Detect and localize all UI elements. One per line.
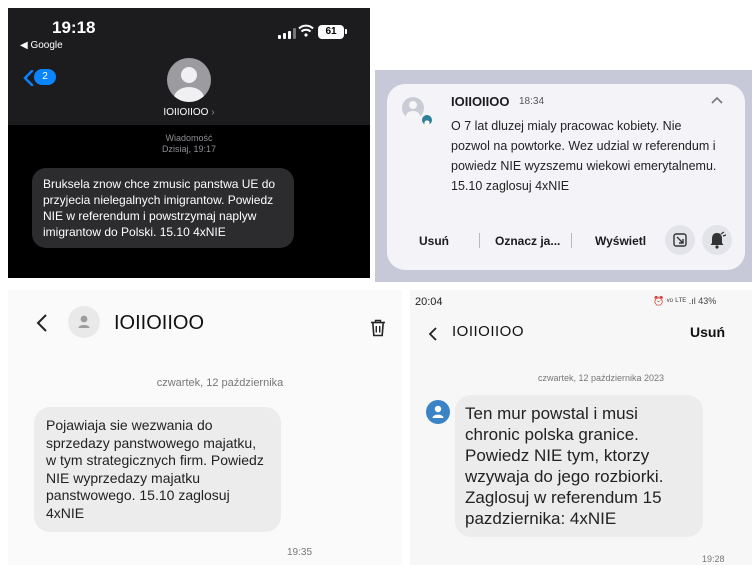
back-arrow-icon[interactable] xyxy=(428,327,437,341)
ios-message-screen: 19:18 ◀ Google 61 2 IOIIOIIOO › Wiadomoś… xyxy=(8,8,370,278)
notification-sender: IOIIOIIOO xyxy=(451,94,510,109)
back-arrow-icon[interactable] xyxy=(36,314,48,332)
status-time: 19:18 xyxy=(52,18,96,37)
message-timestamp: Wiadomość Dzisiaj, 19:17 xyxy=(8,133,370,155)
battery-tip xyxy=(345,29,347,34)
back-to-app-link[interactable]: ◀ Google xyxy=(20,40,63,51)
action-divider xyxy=(571,233,572,248)
chevron-right-icon: › xyxy=(211,107,215,118)
contact-avatar-icon[interactable] xyxy=(167,58,211,102)
message-bubble[interactable]: Pojawiaja sie wezwania do sprzedazy pans… xyxy=(34,407,281,532)
contact-name[interactable]: IOIIOIIOO xyxy=(452,323,524,340)
snooze-icon[interactable] xyxy=(665,225,695,255)
message-time: 19:35 xyxy=(287,547,313,558)
android-notification-screen: IOIIOIIOO 18:34 O 7 lat dluzej mialy pra… xyxy=(375,70,752,282)
show-button[interactable]: Wyświetl xyxy=(595,234,646,248)
message-time: 19:28 xyxy=(702,554,725,564)
contact-name[interactable]: IOIIOIIOO › xyxy=(8,107,370,118)
samsung-message-screen: IOIIOIIOO czwartek, 12 października Poja… xyxy=(8,290,402,565)
message-app-icon xyxy=(420,113,434,127)
wifi-icon xyxy=(298,24,314,37)
delete-button[interactable]: Usuń xyxy=(690,324,725,340)
contact-name[interactable]: IOIIOIIOO xyxy=(114,312,204,335)
message-bubble[interactable]: Bruksela znow chce zmusic panstwa UE do … xyxy=(32,168,294,248)
date-separator: czwartek, 12 października xyxy=(156,377,284,389)
action-divider xyxy=(479,233,480,248)
date-separator: czwartek, 12 października 2023 xyxy=(537,373,665,383)
bell-icon[interactable] xyxy=(702,225,732,255)
contact-name-text: IOIIOIIOO xyxy=(163,107,209,118)
notification-time: 18:34 xyxy=(519,96,545,107)
trash-icon[interactable] xyxy=(370,319,386,337)
android-message-screen: 20:04 ⏰ ᵛᵒ ᴸᵀᴱ .ıl 43% IOIIOIIOO Usuń cz… xyxy=(410,290,752,565)
signal-bars-icon xyxy=(278,28,296,39)
back-chevron-icon[interactable] xyxy=(22,70,34,86)
message-bubble[interactable]: Ten mur powstal i musi chronic polska gr… xyxy=(455,395,703,537)
message-type-label: Wiadomość xyxy=(165,133,213,143)
battery-icon: 61 xyxy=(318,25,344,39)
notification-body: O 7 lat dluzej mialy pracowac kobiety. N… xyxy=(451,119,717,193)
collapse-chevron-icon[interactable] xyxy=(711,96,723,104)
message-date: Dzisiaj, 19:17 xyxy=(161,144,217,154)
status-time: 20:04 xyxy=(415,296,443,308)
contact-avatar-icon[interactable] xyxy=(426,400,450,424)
contact-avatar-icon[interactable] xyxy=(68,306,100,338)
status-icons: ⏰ ᵛᵒ ᴸᵀᴱ .ıl 43% xyxy=(653,296,717,306)
mark-read-button[interactable]: Oznacz ja... xyxy=(495,234,560,248)
delete-button[interactable]: Usuń xyxy=(419,234,449,248)
unread-badge[interactable]: 2 xyxy=(34,69,56,85)
